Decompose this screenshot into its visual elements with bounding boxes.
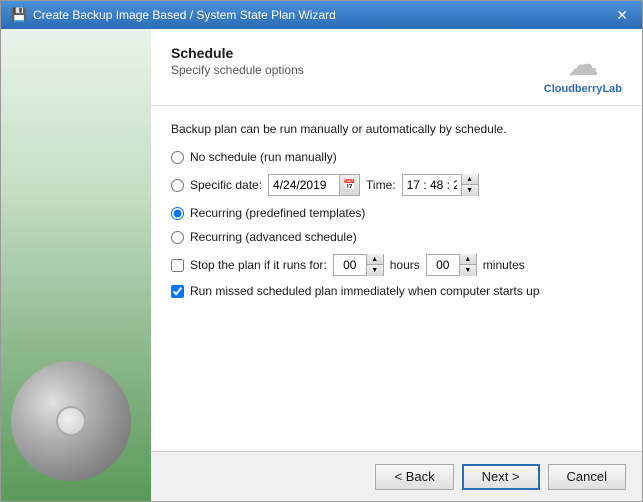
- time-label: Time:: [366, 178, 396, 192]
- next-button[interactable]: Next >: [462, 464, 540, 490]
- disc-image: [11, 361, 131, 481]
- footer: < Back Next > Cancel: [151, 451, 642, 501]
- hours-input[interactable]: [334, 255, 366, 275]
- run-missed-checkbox[interactable]: [171, 285, 184, 298]
- minutes-down-button[interactable]: ▼: [460, 265, 476, 276]
- recurring-advanced-radio[interactable]: [171, 231, 184, 244]
- recurring-predefined-option: Recurring (predefined templates): [171, 206, 622, 220]
- page-subheading: Specify schedule options: [171, 63, 304, 77]
- left-panel: [1, 29, 151, 501]
- title-text: Create Backup Image Based / System State…: [33, 8, 336, 22]
- hours-input-group: ▲ ▼: [333, 254, 384, 276]
- logo-area: ☁ CloudberryLab: [544, 45, 622, 95]
- cloud-icon: ☁: [544, 45, 622, 83]
- stop-plan-checkbox[interactable]: [171, 259, 184, 272]
- title-bar: 💾 Create Backup Image Based / System Sta…: [1, 1, 642, 29]
- no-schedule-radio[interactable]: [171, 151, 184, 164]
- hours-down-button[interactable]: ▼: [367, 265, 383, 276]
- info-text: Backup plan can be run manually or autom…: [171, 122, 622, 136]
- disc-center: [56, 406, 86, 436]
- run-missed-label: Run missed scheduled plan immediately wh…: [190, 284, 540, 298]
- no-schedule-option: No schedule (run manually): [171, 150, 622, 164]
- header-titles: Schedule Specify schedule options: [171, 45, 304, 77]
- recurring-predefined-label: Recurring (predefined templates): [190, 206, 365, 220]
- date-input-group: 📅: [268, 174, 360, 196]
- specific-date-radio[interactable]: [171, 179, 184, 192]
- logo-text-lab: Lab: [602, 83, 622, 95]
- minutes-input-group: ▲ ▼: [426, 254, 477, 276]
- page-heading: Schedule: [171, 45, 304, 61]
- time-down-button[interactable]: ▼: [462, 185, 478, 196]
- logo-text-cloudberry: Cloudberry: [544, 83, 603, 95]
- header-section: Schedule Specify schedule options ☁ Clou…: [151, 29, 642, 106]
- stop-plan-row: Stop the plan if it runs for: ▲ ▼ hours …: [171, 254, 622, 276]
- cancel-button[interactable]: Cancel: [548, 464, 626, 490]
- no-schedule-label: No schedule (run manually): [190, 150, 337, 164]
- time-input[interactable]: [403, 175, 461, 195]
- content-area: Schedule Specify schedule options ☁ Clou…: [1, 29, 642, 501]
- hours-up-button[interactable]: ▲: [367, 254, 383, 265]
- time-input-group: ▲ ▼: [402, 174, 479, 196]
- recurring-predefined-radio[interactable]: [171, 207, 184, 220]
- wizard-window: 💾 Create Backup Image Based / System Sta…: [0, 0, 643, 502]
- specific-date-label: Specific date:: [190, 178, 262, 192]
- logo-text: CloudberryLab: [544, 83, 622, 95]
- close-button[interactable]: ✕: [612, 8, 632, 22]
- calendar-button[interactable]: 📅: [339, 175, 359, 195]
- recurring-advanced-option: Recurring (advanced schedule): [171, 230, 622, 244]
- hours-spin-group: ▲ ▼: [366, 254, 383, 276]
- disc-decoration: [11, 361, 131, 481]
- run-missed-row: Run missed scheduled plan immediately wh…: [171, 284, 622, 298]
- specific-date-row: Specific date: 📅 Time: ▲ ▼: [171, 174, 622, 196]
- back-button[interactable]: < Back: [375, 464, 453, 490]
- minutes-spin-group: ▲ ▼: [459, 254, 476, 276]
- stop-plan-label1: Stop the plan if it runs for:: [190, 258, 327, 272]
- recurring-advanced-label: Recurring (advanced schedule): [190, 230, 357, 244]
- minutes-up-button[interactable]: ▲: [460, 254, 476, 265]
- title-bar-left: 💾 Create Backup Image Based / System Sta…: [11, 7, 336, 23]
- right-panel: Schedule Specify schedule options ☁ Clou…: [151, 29, 642, 501]
- app-icon: 💾: [11, 7, 27, 23]
- minutes-input[interactable]: [427, 255, 459, 275]
- date-input[interactable]: [269, 175, 339, 195]
- time-up-button[interactable]: ▲: [462, 174, 478, 185]
- time-spin-group: ▲ ▼: [461, 174, 478, 196]
- main-content: Backup plan can be run manually or autom…: [151, 106, 642, 451]
- hours-label: hours: [390, 258, 420, 272]
- minutes-label: minutes: [483, 258, 525, 272]
